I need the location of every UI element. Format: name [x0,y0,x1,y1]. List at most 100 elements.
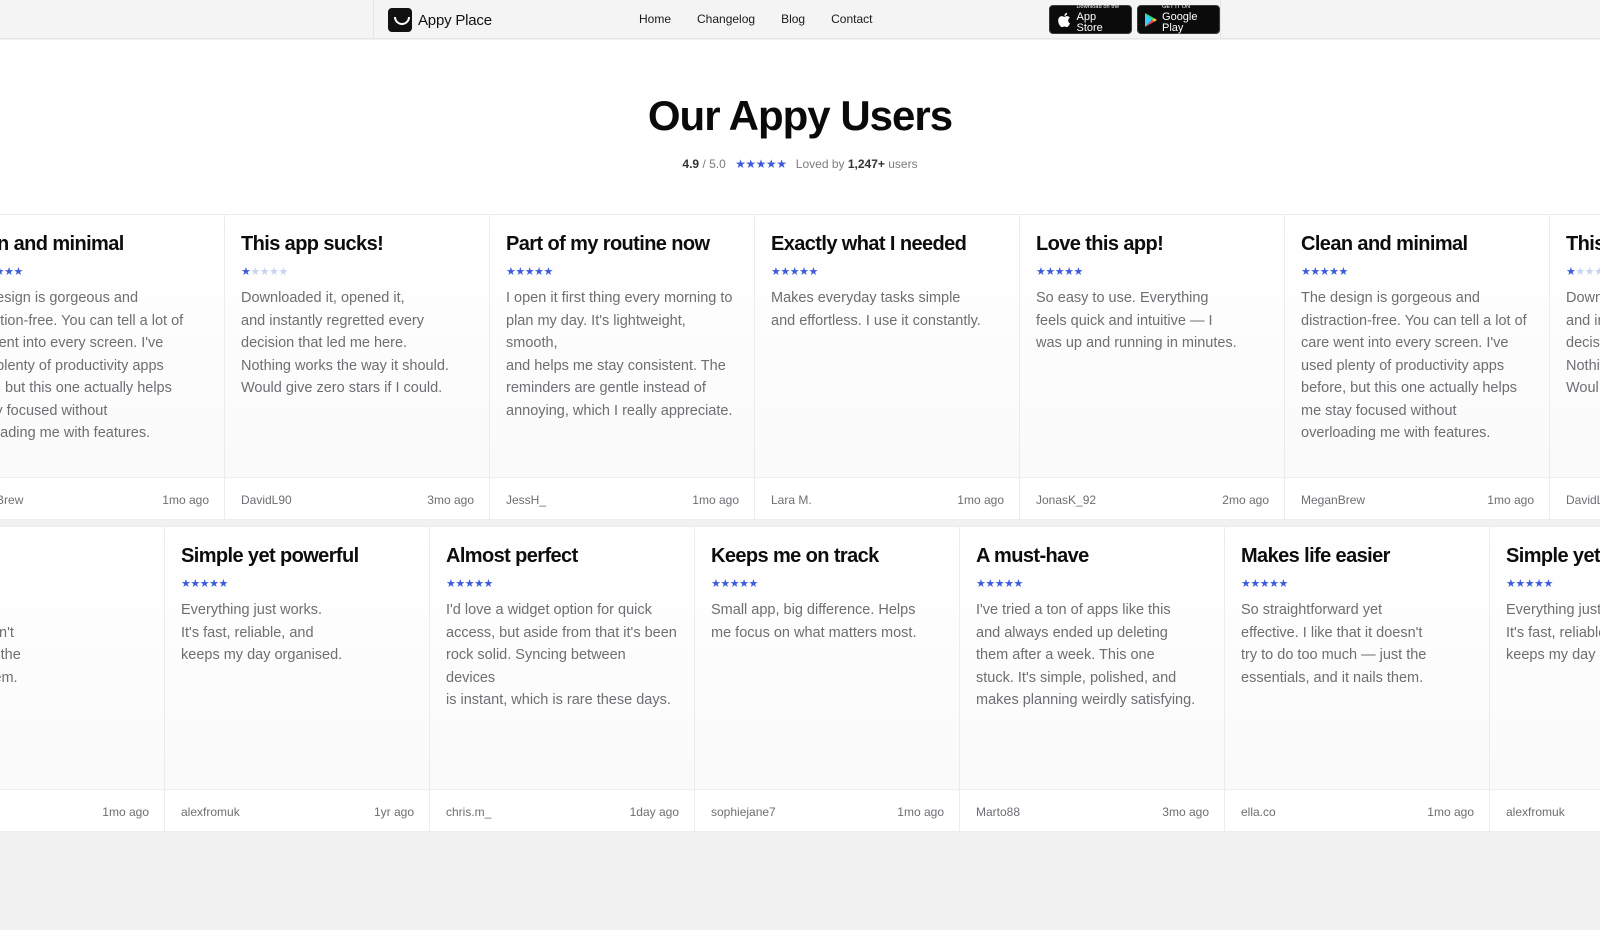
review-title: Clean and minimal [1301,233,1468,255]
review-time: 1mo ago [897,805,944,819]
review-title: This [1566,233,1600,255]
review-text: Everything just It's fast, reliable keeps … [1506,602,1600,663]
app-store-button[interactable]: Download on the App Store [1049,5,1132,34]
review-time: 1day ago [629,805,679,819]
star-rating-icon: ★★★★★ [1241,578,1288,590]
review-author: chris.m_ [446,805,492,819]
rating-max: / 5.0 [702,157,726,171]
review-text: I've tried a ton of apps like this and al… [976,602,1196,708]
review-author: alexfromuk [181,805,240,819]
nav-link-changelog[interactable]: Changelog [697,12,755,26]
review-title: Exactly what I needed [771,233,967,255]
brand-link[interactable]: Appy Place [388,8,492,32]
app-store-label: App Store [1076,10,1103,34]
main-nav: Home Changelog Blog Contact [639,12,872,26]
review-text: rward yete that it doesn'tmuch — just th… [0,624,21,686]
review-title: Almost perfect [446,545,578,567]
page-title: Our Appy Users [647,92,953,139]
review-text: Small app, big difference. Helps me focus… [711,602,917,641]
review-body: Exactly what I needed ★★★★★ Makes everyday… [755,215,1019,477]
review-time: 1mo ago [957,493,1004,507]
review-author: sophiejane7 [711,805,776,819]
review-text: I'd love a widget option for quick access… [446,602,677,708]
review-title: Love this app! [1036,233,1164,255]
review-card: Part of my routine now ★★★★★ I open it fir… [490,215,755,519]
app-store-small: Download on the [1076,4,1120,11]
google-play-label: Google Play [1162,10,1198,34]
review-card: A must-have ★★★★★ I've tried a ton of apps… [960,527,1225,831]
review-card: Simple yet powerful ★★★★★ Everything just … [165,527,430,831]
review-time: 2mo ago [1222,493,1269,507]
review-row-1: ean and minimal ★★★★★ e design is gorgeous… [0,214,1600,520]
loved-suffix: users [888,157,918,171]
review-author: ella.co [1241,805,1276,819]
review-author: ganBrew [0,493,24,507]
review-time: 3mo ago [427,493,474,507]
review-time: 1mo ago [102,805,149,819]
review-body: Almost perfect ★★★★★ I'd love a widget opt… [430,527,694,789]
star-rating-icon: ★★★★★ [976,578,1023,590]
star-rating-icon: ★★★★★ [506,266,553,278]
review-footer: MeganBrew 1mo ago [1285,477,1549,519]
review-card: Almost perfect ★★★★★ I'd love a widget opt… [430,527,695,831]
review-body: This ★★★★★ Downand indecisNothiWoul [1550,215,1600,477]
review-footer: ella.co 1mo ago [1225,789,1489,831]
review-body: e easierrward yete that it doesn'tmuch —… [0,527,164,789]
review-text: Everything just works. It's fast, reliabl… [181,602,343,663]
review-card: Exactly what I needed ★★★★★ Makes everyday… [755,215,1020,519]
rating-summary: 4.9 / 5.0 ★★★★★ Loved by 1,247+ users [0,157,1600,171]
star-rating-icon: ★★★★★ [241,266,288,278]
google-play-button[interactable]: GET IT ON Google Play [1137,5,1220,34]
nav-link-contact[interactable]: Contact [831,12,872,26]
review-card: Makes life easier ★★★★★ So straightforward… [1225,527,1490,831]
user-count: 1,247+ [847,157,885,171]
review-title: Simple yet [1506,545,1600,567]
review-time: 1mo ago [162,493,209,507]
review-author: Marto88 [976,805,1021,819]
review-text: Downloaded it, opened it, and instantly r… [241,290,449,396]
review-body: This app sucks! ★★★★★ Downloaded it, opene… [225,215,489,477]
review-footer: Marto88 3mo ago [960,789,1224,831]
nav-link-blog[interactable]: Blog [781,12,805,26]
review-body: Makes life easier ★★★★★ So straightforward… [1225,527,1489,789]
review-time: 1mo ago [692,493,739,507]
review-footer: DavidL [1550,477,1600,519]
store-badges: Download on the App Store GET IT ON Goog… [1049,5,1220,34]
rating-stars-icon: ★★★★★ [735,157,787,171]
star-rating-icon: ★★★★★ [1506,578,1553,590]
review-body: Love this app! ★★★★★ So easy to use. Every… [1020,215,1284,477]
review-footer: 1mo ago [0,789,164,831]
review-time: 1mo ago [1487,493,1534,507]
review-title: Part of my routine now [506,233,710,255]
review-author: JonasK_92 [1036,493,1097,507]
review-body: Part of my routine now ★★★★★ I open it fir… [490,215,754,477]
review-body: Simple yet powerful ★★★★★ Everything just … [165,527,429,789]
star-rating-icon: ★★★★★ [771,266,818,278]
review-text: So easy to use. Everything feels quick an… [1036,290,1237,351]
review-footer: alexfromuk 1yr ago [165,789,429,831]
review-time: 1mo ago [1427,805,1474,819]
google-play-icon [1143,11,1158,29]
review-text: The design is gorgeous and distraction-fr… [1301,290,1527,441]
star-rating-icon: ★★★★★ [446,578,493,590]
star-rating-icon: ★★★★★ [1301,266,1348,278]
review-author: DavidL [1566,493,1600,507]
apple-icon [1055,11,1072,29]
review-title: ean and minimal [0,233,124,255]
star-rating-icon: ★★★★★ [1566,266,1600,278]
brand-name: Appy Place [418,11,492,29]
review-card: This app sucks! ★★★★★ Downloaded it, opene… [225,215,490,519]
review-title: A must-have [976,545,1089,567]
star-rating-icon: ★★★★★ [0,266,23,278]
review-title: Keeps me on track [711,545,879,567]
review-footer: DavidL90 3mo ago [225,477,489,519]
review-text: I open it first thing every morning to pl… [506,290,733,419]
loved-prefix: Loved by [795,157,845,171]
logo-icon [388,8,412,32]
rating-score: 4.9 [682,157,700,171]
review-footer: alexfromuk [1490,789,1600,831]
review-footer: sophiejane7 1mo ago [695,789,959,831]
review-text: So straightforward yet effective. I like … [1241,602,1427,686]
review-card: e easierrward yete that it doesn'tmuch —… [0,527,165,831]
nav-link-home[interactable]: Home [639,12,671,26]
